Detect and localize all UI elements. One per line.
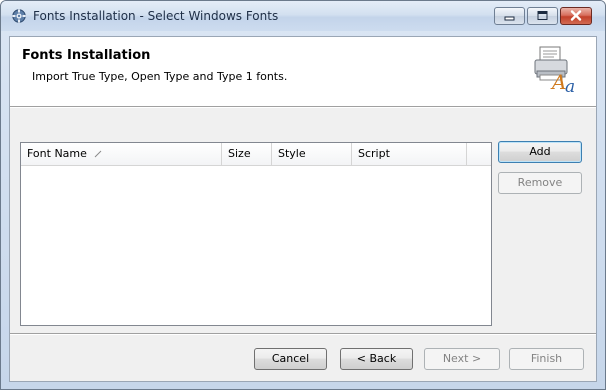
printer-font-icon: A a xyxy=(532,45,584,97)
svg-text:a: a xyxy=(565,77,575,95)
header-title: Fonts Installation xyxy=(22,48,151,63)
close-icon xyxy=(570,10,582,21)
column-script[interactable]: Script xyxy=(352,143,467,165)
column-label: Style xyxy=(278,147,306,160)
column-label: Script xyxy=(358,147,390,160)
window-title: Fonts Installation - Select Windows Font… xyxy=(33,9,279,23)
font-list-header: Font Name Size Style Script xyxy=(21,143,491,166)
column-label: Size xyxy=(228,147,251,160)
minimize-button[interactable] xyxy=(494,7,525,25)
cancel-button[interactable]: Cancel xyxy=(254,348,327,370)
column-label: Font Name xyxy=(27,147,87,160)
title-bar[interactable]: Fonts Installation - Select Windows Font… xyxy=(1,1,605,31)
dialog-window: Fonts Installation - Select Windows Font… xyxy=(0,0,606,390)
column-font-name[interactable]: Font Name xyxy=(21,143,222,165)
maximize-icon xyxy=(537,11,548,20)
maximize-button[interactable] xyxy=(527,7,558,25)
close-button[interactable] xyxy=(560,7,592,25)
svg-text:A: A xyxy=(550,70,566,94)
sort-indicator-icon xyxy=(94,150,102,158)
minimize-icon xyxy=(504,16,515,21)
column-style[interactable]: Style xyxy=(272,143,352,165)
back-button[interactable]: < Back xyxy=(340,348,413,370)
wizard-header: Fonts Installation Import True Type, Ope… xyxy=(10,37,596,106)
dialog-body: Fonts Installation Import True Type, Ope… xyxy=(9,36,597,382)
header-divider xyxy=(10,106,596,108)
next-button[interactable]: Next > xyxy=(424,348,500,370)
remove-button[interactable]: Remove xyxy=(498,172,582,194)
finish-button[interactable]: Finish xyxy=(509,348,584,370)
header-subtitle: Import True Type, Open Type and Type 1 f… xyxy=(32,70,288,83)
gear-icon xyxy=(11,8,27,24)
footer-divider xyxy=(10,333,596,335)
add-button[interactable]: Add xyxy=(498,141,582,163)
column-size[interactable]: Size xyxy=(222,143,272,165)
font-list[interactable]: Font Name Size Style Script xyxy=(20,142,492,326)
